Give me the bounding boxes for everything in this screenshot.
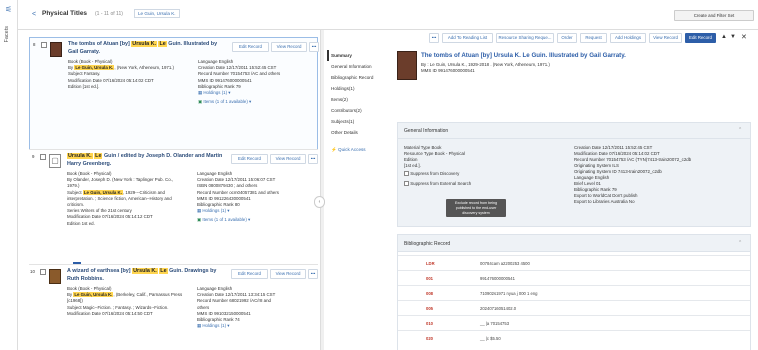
bibliographic-record-section: Bibliographic Record ⌃ LDR 00784cam a2200… <box>397 234 751 350</box>
result-number: 8 <box>33 42 36 47</box>
result-title[interactable]: A wizard of earthsea [by] Ursula K. Le G… <box>67 268 227 283</box>
view-record-button[interactable]: View Record <box>649 33 682 43</box>
result-details-left: Book (Book - Physical) By Le Guin, Ursul… <box>68 59 174 89</box>
cover-image <box>397 51 417 80</box>
items-icon: ▣ <box>198 99 203 105</box>
result-details-right: Language English Creation Date 12/17/201… <box>197 286 315 329</box>
order-button[interactable]: Order <box>557 33 577 43</box>
edit-record-button[interactable]: Edit Record <box>685 33 716 43</box>
previous-record-icon[interactable]: ▲ <box>721 34 727 40</box>
result-number: 9 <box>32 154 35 159</box>
nav-subjects[interactable]: Subjects(1) <box>327 116 387 127</box>
marc-field-row[interactable]: 008 710902s1971 nyua j 000 1 eng <box>398 285 750 300</box>
detail-more-button[interactable]: ••• <box>429 33 439 43</box>
result-details-right: Language English Creation Date 12/17/201… <box>198 59 316 105</box>
collapse-pane-icon[interactable]: ‹ <box>314 196 325 208</box>
more-actions-button[interactable]: ••• <box>309 42 319 52</box>
record-mms-id: MMS ID 991476000000541 <box>421 68 475 73</box>
book-icon: ▢ <box>49 154 61 168</box>
resource-sharing-button[interactable]: Resource Sharing Reque... <box>496 33 554 43</box>
marc-field-row[interactable]: 020 __ |c $5.50 <box>398 330 750 345</box>
results-header: < Physical Titles (1 - 11 of 11) Le Guin… <box>18 0 758 30</box>
nav-summary[interactable]: Summary <box>327 50 387 61</box>
request-button[interactable]: Request <box>580 33 607 43</box>
general-information-section: General Information ⌃ Material Type Book… <box>397 122 751 227</box>
result-title[interactable]: Ursula K. Le Guin / edited by Joseph D. … <box>67 153 227 168</box>
result-card[interactable]: 9 ▢ Ursula K. Le Guin / edited by Joseph… <box>29 149 318 275</box>
results-list: 8 The tombs of Atuan [by] Ursula K. Le G… <box>20 30 320 350</box>
holdings-link[interactable]: ▦ Holdings (1) ▾ <box>197 323 315 329</box>
edit-record-button[interactable]: Edit Record <box>231 269 268 279</box>
result-checkbox[interactable] <box>41 42 47 48</box>
edit-record-button[interactable]: Edit Record <box>231 154 268 164</box>
result-number: 10 <box>30 269 35 274</box>
result-checkbox[interactable] <box>40 269 46 275</box>
collapse-icon[interactable]: ⌃ <box>738 127 742 133</box>
result-details-right: Language English Creation Date 12/17/201… <box>197 171 315 224</box>
edit-record-button[interactable]: Edit Record <box>232 42 269 52</box>
result-card[interactable]: 10 A wizard of earthsea [by] Ursula K. L… <box>29 264 318 350</box>
marc-field-row[interactable]: 010 __ |a 70154753 <box>398 315 750 330</box>
general-info-left: Material Type Book Resource Type Book - … <box>404 145 554 187</box>
nav-bibliographic-record[interactable]: Bibliographic Record <box>327 72 387 83</box>
pane-splitter[interactable] <box>320 30 324 350</box>
nav-contributors[interactable]: Contributors(2) <box>327 105 387 116</box>
more-actions-button[interactable]: ••• <box>308 269 318 279</box>
tooltip: Exclude record from being published to t… <box>446 199 506 218</box>
record-detail-pane: ••• Add To Reading List Resource Sharing… <box>325 30 758 350</box>
items-link[interactable]: ▣ Items (1 of 1 available) ▾ <box>197 217 315 223</box>
facets-icon[interactable]: ⚟ <box>5 5 14 14</box>
nav-other-details[interactable]: Other Details <box>327 127 387 138</box>
results-count: (1 - 11 of 11) <box>95 11 123 17</box>
view-record-button[interactable]: View Record <box>271 42 307 52</box>
cover-thumbnail <box>49 269 61 284</box>
suppress-discovery-checkbox[interactable]: Suppress from Discovery <box>404 171 554 177</box>
holdings-icon: ▦ <box>197 323 202 329</box>
nav-general-information[interactable]: General Information <box>327 61 387 72</box>
facets-label: Facets <box>4 26 10 43</box>
collapse-icon[interactable]: ⌃ <box>738 240 742 246</box>
marc-field-row[interactable]: 005 20240716051402.0 <box>398 300 750 315</box>
create-filter-set-button[interactable]: Create and Filter Set <box>674 10 754 21</box>
general-info-right: Creation Date 12/17/2011 15:52:45 CST Mo… <box>574 145 692 204</box>
more-actions-button[interactable]: ••• <box>308 154 318 164</box>
close-icon[interactable]: ✕ <box>741 33 747 41</box>
marc-field-row[interactable]: LDR 00784cam a2200253 4500 <box>398 255 750 270</box>
nav-holdings[interactable]: Holdings(1) <box>327 83 387 94</box>
suppress-external-checkbox[interactable]: Suppress from External Search <box>404 181 554 187</box>
view-record-button[interactable]: View Record <box>270 269 306 279</box>
add-to-reading-list-button[interactable]: Add To Reading List <box>442 33 493 43</box>
record-author: By : Le Guin, Ursula K., 1929-2018 . (Ne… <box>421 62 550 67</box>
back-icon[interactable]: < <box>32 11 36 18</box>
section-header[interactable]: Bibliographic Record ⌃ <box>398 235 750 252</box>
items-link[interactable]: ▣ Items (1 of 1 available) ▾ <box>198 99 316 105</box>
marc-field-row[interactable]: 001 991476000000541 <box>398 270 750 285</box>
filter-chip[interactable]: Le Guin, Ursula K. <box>134 9 180 18</box>
holdings-link[interactable]: ▦ Holdings (1) ▾ <box>197 208 315 214</box>
holdings-link[interactable]: ▦ Holdings (1) ▾ <box>198 90 316 96</box>
section-header[interactable]: General Information ⌃ <box>398 123 750 139</box>
lightning-icon: ⚡ <box>331 147 337 152</box>
quick-access-link[interactable]: ⚡ Quick Access <box>327 144 387 155</box>
next-record-icon[interactable]: ▼ <box>730 34 736 40</box>
nav-items[interactable]: Items(2) <box>327 94 387 105</box>
add-holdings-button[interactable]: Add Holdings <box>610 33 646 43</box>
detail-section-nav: Summary General Information Bibliographi… <box>327 50 387 155</box>
holdings-icon: ▦ <box>198 90 203 96</box>
result-details-left: Book (Book - Physical) By Olander, Josep… <box>67 171 174 226</box>
page-title: Physical Titles <box>42 10 88 17</box>
result-title[interactable]: The tombs of Atuan [by] Ursula K. Le Gui… <box>68 41 228 56</box>
holdings-icon: ▦ <box>197 208 202 214</box>
view-record-button[interactable]: View Record <box>270 154 306 164</box>
items-icon: ▣ <box>197 217 202 223</box>
facets-panel[interactable]: ⚟ Facets <box>0 0 18 350</box>
record-title: The tombs of Atuan [by] Ursula K. Le Gui… <box>421 52 626 59</box>
cover-thumbnail <box>50 42 62 57</box>
result-checkbox[interactable] <box>40 154 46 160</box>
result-details-left: Book (Book - Physical) By Le Guin, Ursul… <box>67 286 183 316</box>
